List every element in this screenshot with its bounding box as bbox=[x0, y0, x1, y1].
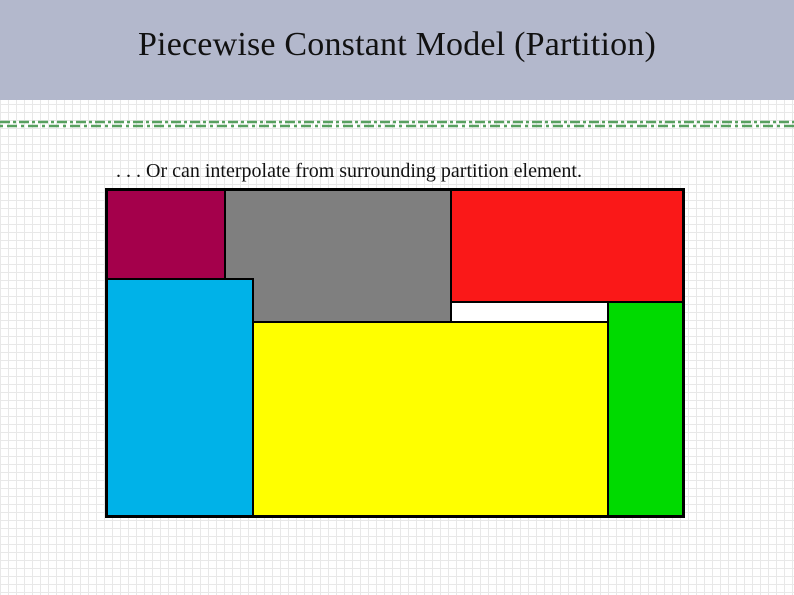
slide-subtitle: . . . Or can interpolate from surroundin… bbox=[116, 160, 582, 183]
slide: Piecewise Constant Model (Partition) . .… bbox=[0, 0, 794, 595]
divider-rule bbox=[0, 120, 794, 128]
partition-red bbox=[451, 190, 683, 302]
partition-gray bbox=[225, 190, 451, 322]
partition-yellow bbox=[253, 322, 608, 516]
partition-diagram bbox=[105, 188, 685, 518]
partition-cyan bbox=[107, 279, 253, 516]
slide-title: Piecewise Constant Model (Partition) bbox=[0, 26, 794, 64]
partition-green bbox=[608, 302, 683, 516]
partition-magenta bbox=[107, 190, 225, 279]
